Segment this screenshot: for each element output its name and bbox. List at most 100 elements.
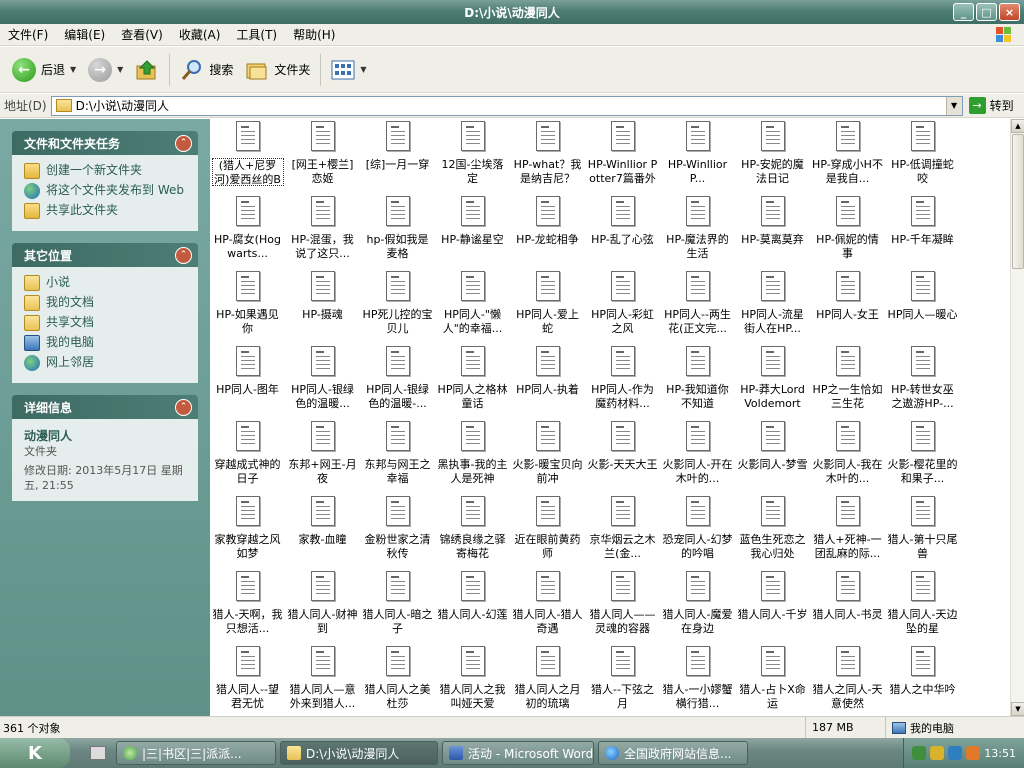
place-my-documents[interactable]: 我的文档: [24, 295, 188, 311]
taskbar-item-explorer[interactable]: D:\小说\动漫同人: [280, 741, 438, 765]
file-item[interactable]: 火影同人-我在木叶的...: [810, 419, 885, 494]
file-item[interactable]: HP-转世女巫之遨游HP-...: [885, 344, 960, 419]
file-item[interactable]: 家教穿越之风如梦: [210, 494, 285, 569]
file-item[interactable]: HP-乱了心弦: [585, 194, 660, 269]
file-item[interactable]: HP同人-作为魔药材料...: [585, 344, 660, 419]
file-item[interactable]: 恐宠同人-幻梦的吟唱: [660, 494, 735, 569]
close-button[interactable]: ×: [999, 3, 1020, 21]
file-item[interactable]: 猎人同人--望君无忧: [210, 644, 285, 716]
collapse-icon[interactable]: ⌃: [175, 134, 192, 152]
quick-launch-desktop[interactable]: [84, 741, 112, 765]
file-item[interactable]: HP同人-执着: [510, 344, 585, 419]
place-novels[interactable]: 小说: [24, 275, 188, 291]
file-item[interactable]: 火影同人-开在木叶的...: [660, 419, 735, 494]
file-item[interactable]: 猎人同人之月初的琉璃: [510, 644, 585, 716]
file-item[interactable]: HP-摄魂: [285, 269, 360, 344]
file-item[interactable]: HP-魔法界的生活: [660, 194, 735, 269]
file-item[interactable]: 猎人同人—意外来到猎人...: [285, 644, 360, 716]
vertical-scrollbar[interactable]: ▲ ▼: [1010, 119, 1024, 716]
place-network[interactable]: 网上邻居: [24, 355, 188, 371]
file-item[interactable]: HP同人--两生花(正文完...: [660, 269, 735, 344]
file-item[interactable]: 猎人同人-猎人奇遇: [510, 569, 585, 644]
file-item[interactable]: 家教-血瞳: [285, 494, 360, 569]
file-item[interactable]: 猎人同人-天边坠的星: [885, 569, 960, 644]
file-item[interactable]: HP-莫离莫弃: [735, 194, 810, 269]
file-item[interactable]: HP同人-爱上蛇: [510, 269, 585, 344]
scroll-down-icon[interactable]: ▼: [1011, 702, 1024, 716]
title-bar[interactable]: D:\小说\动漫同人 _ □ ×: [0, 0, 1024, 24]
file-item[interactable]: 猎人同人——灵魂的容器: [585, 569, 660, 644]
file-item[interactable]: 猎人同人-暗之子: [360, 569, 435, 644]
file-item[interactable]: [网王+樱兰]恋姬: [285, 119, 360, 194]
file-item[interactable]: HP-what？我是纳吉尼？: [510, 119, 585, 194]
file-item[interactable]: HP-如果遇见你: [210, 269, 285, 344]
menu-tools[interactable]: 工具(T): [228, 26, 285, 43]
place-shared-documents[interactable]: 共享文档: [24, 315, 188, 331]
file-item[interactable]: 猎人-一小嫪蟹横行猎...: [660, 644, 735, 716]
file-item[interactable]: HP同人-银绿色的温暖-...: [360, 344, 435, 419]
file-item[interactable]: HP同人之格林童话: [435, 344, 510, 419]
file-item[interactable]: HP-安妮的魔法日记: [735, 119, 810, 194]
file-item[interactable]: HP-腐女(Hogwarts...: [210, 194, 285, 269]
back-dropdown-icon[interactable]: ▼: [70, 65, 76, 74]
clock[interactable]: 13:51: [984, 747, 1016, 760]
task-publish-web[interactable]: 将这个文件夹发布到 Web: [24, 183, 188, 199]
file-item[interactable]: 猎人-第十只尾兽: [885, 494, 960, 569]
shield-tray-icon[interactable]: [948, 746, 963, 760]
scroll-up-icon[interactable]: ▲: [1011, 119, 1024, 133]
file-item[interactable]: 黑执事-我的主人是死神: [435, 419, 510, 494]
places-panel-header[interactable]: 其它位置 ⌃: [12, 243, 198, 267]
file-item[interactable]: 猎人之同人-天意使然: [810, 644, 885, 716]
scroll-thumb[interactable]: [1012, 134, 1024, 269]
file-item[interactable]: HP死儿控的宝贝儿: [360, 269, 435, 344]
file-item[interactable]: 猎人同人-魔爱在身边: [660, 569, 735, 644]
file-item[interactable]: HP-龙蛇相争: [510, 194, 585, 269]
menu-edit[interactable]: 编辑(E): [56, 26, 113, 43]
file-item[interactable]: 东邦+网王-月夜: [285, 419, 360, 494]
taskbar-item-ie[interactable]: 全国政府网站信息...: [598, 741, 748, 765]
file-item[interactable]: 12国-尘埃落定: [435, 119, 510, 194]
file-item[interactable]: 近在眼前黄药师: [510, 494, 585, 569]
back-button[interactable]: ← 后退 ▼: [6, 50, 82, 90]
file-item[interactable]: (猎人+尼罗河)爱西丝的BH精彩生活: [210, 119, 285, 194]
up-folder-button[interactable]: [129, 50, 165, 90]
file-item[interactable]: 猎人同人之我叫娅天爱: [435, 644, 510, 716]
file-item[interactable]: 穿越成式神的日子: [210, 419, 285, 494]
file-item[interactable]: 猎人同人-财神到: [285, 569, 360, 644]
file-item[interactable]: 猎人同人-千岁: [735, 569, 810, 644]
menu-view[interactable]: 查看(V): [113, 26, 171, 43]
collapse-icon[interactable]: ⌃: [175, 246, 192, 264]
file-item[interactable]: HP同人-彩虹之风: [585, 269, 660, 344]
menu-file[interactable]: 文件(F): [0, 26, 56, 43]
forward-dropdown-icon[interactable]: ▼: [117, 65, 123, 74]
file-item[interactable]: HP-莽大LordVoldemort: [735, 344, 810, 419]
file-item[interactable]: HP-WinlliorP...: [660, 119, 735, 194]
file-item[interactable]: 东邦与网王之幸福: [360, 419, 435, 494]
file-item[interactable]: 猎人-占卜X命运: [735, 644, 810, 716]
details-panel-header[interactable]: 详细信息 ⌃: [12, 395, 198, 419]
file-item[interactable]: 猎人同人-幻莲: [435, 569, 510, 644]
file-item[interactable]: 猎人+死神-一团乱麻的际...: [810, 494, 885, 569]
file-item[interactable]: HP-低调撞蛇咬: [885, 119, 960, 194]
file-item[interactable]: HP同人-银绿色的温暖...: [285, 344, 360, 419]
file-item[interactable]: HP同人-图年: [210, 344, 285, 419]
file-item[interactable]: HP同人—暖心: [885, 269, 960, 344]
file-item[interactable]: HP之一生恰如三生花: [810, 344, 885, 419]
file-item[interactable]: 火影-暖宝贝向前冲: [510, 419, 585, 494]
file-item[interactable]: 火影同人-梦雪: [735, 419, 810, 494]
file-item[interactable]: 蓝色生死恋之我心归处: [735, 494, 810, 569]
place-my-computer[interactable]: 我的电脑: [24, 335, 188, 351]
file-view[interactable]: (猎人+尼罗河)爱西丝的BH精彩生活 [网王+樱兰]恋姬 [综]一月一穿 12国-尘埃…: [210, 119, 1010, 716]
network-tray-icon[interactable]: [912, 746, 927, 760]
file-item[interactable]: HP-静谧星空: [435, 194, 510, 269]
file-item[interactable]: 猎人同人之美杜莎: [360, 644, 435, 716]
go-button[interactable]: → 转到: [963, 97, 1014, 114]
taskbar-item-word[interactable]: 活动 - Microsoft Word: [442, 741, 594, 765]
file-item[interactable]: 猎人之中华吟: [885, 644, 960, 716]
tasks-panel-header[interactable]: 文件和文件夹任务 ⌃: [12, 131, 198, 155]
file-item[interactable]: 京华烟云之木兰(金...: [585, 494, 660, 569]
folders-button[interactable]: 文件夹: [239, 50, 316, 90]
file-item[interactable]: HP-混蛋，我说了这只...: [285, 194, 360, 269]
file-item[interactable]: HP同人-"懒人"的幸福...: [435, 269, 510, 344]
task-new-folder[interactable]: 创建一个新文件夹: [24, 163, 188, 179]
